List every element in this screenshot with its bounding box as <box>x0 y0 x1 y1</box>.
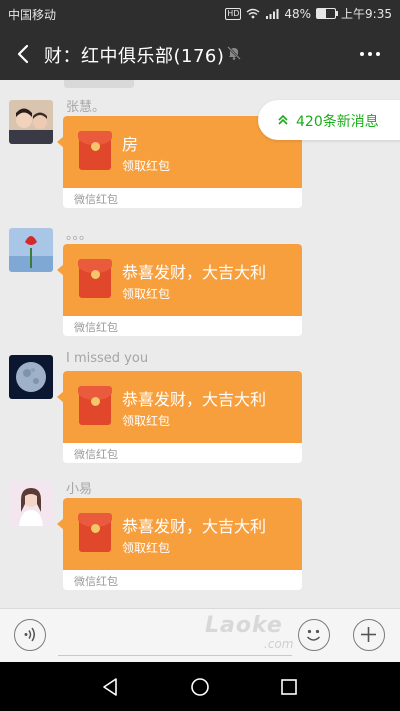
voice-button[interactable] <box>14 619 46 651</box>
battery-fill <box>317 9 326 18</box>
emoji-icon <box>306 629 321 641</box>
sender-nickname: 张慧。 <box>66 100 106 115</box>
signal-icon <box>266 9 279 19</box>
red-packet-card[interactable]: 恭喜发财，大吉大利 领取红包 微信红包 <box>63 244 302 336</box>
nav-home-icon[interactable] <box>189 676 211 698</box>
input-bar: Laoke .com <box>0 608 400 663</box>
carrier-label: 中国移动 <box>8 8 57 22</box>
nav-recent-icon[interactable] <box>278 676 300 698</box>
red-packet-footer-label: 微信红包 <box>74 193 118 206</box>
red-packet-greeting: 恭喜发财，大吉大利 <box>122 390 267 409</box>
red-envelope-icon <box>78 513 112 552</box>
nav-back-icon[interactable] <box>100 676 122 698</box>
wifi-icon <box>246 8 260 19</box>
red-packet-footer-label: 微信红包 <box>74 321 118 334</box>
plus-button[interactable] <box>353 619 385 651</box>
hd-badge: HD <box>225 7 242 20</box>
emoji-button[interactable] <box>298 619 330 651</box>
battery-icon <box>316 8 339 19</box>
avatar[interactable] <box>9 355 53 399</box>
red-packet-footer: 微信红包 <box>63 316 302 336</box>
battery-percent: 48% <box>284 6 312 21</box>
chat-title: 财：红中俱乐部(176) <box>44 46 225 67</box>
sender-nickname: 。。。 <box>66 228 93 243</box>
avatar[interactable] <box>9 482 53 526</box>
red-packet-action: 领取红包 <box>122 159 171 173</box>
system-nav-bar <box>0 662 400 711</box>
red-envelope-icon <box>78 259 112 298</box>
double-chevron-up-icon <box>278 114 288 125</box>
watermark-logo: Laoke <box>205 613 283 638</box>
chat-area[interactable]: 张慧。 房 领取红包 微信红包 。。。 恭喜发财，大吉大利 领取红包 微信红包 … <box>0 80 400 608</box>
red-packet-footer: 微信红包 <box>63 188 302 208</box>
red-packet-action: 领取红包 <box>122 287 171 301</box>
sender-nickname: 小易 <box>66 482 93 497</box>
back-arrow-icon[interactable] <box>12 42 36 66</box>
plus-icon <box>361 627 376 642</box>
red-packet-footer: 微信红包 <box>63 443 302 463</box>
new-messages-count: 420条新消息 <box>296 114 379 130</box>
avatar[interactable] <box>9 100 53 144</box>
red-packet-footer: 微信红包 <box>63 570 302 590</box>
red-envelope-icon <box>78 386 112 425</box>
red-packet-card[interactable]: 恭喜发财，大吉大利 领取红包 微信红包 <box>63 371 302 463</box>
watermark-sub: .com <box>264 637 294 651</box>
red-packet-greeting: 恭喜发财，大吉大利 <box>122 517 267 536</box>
red-packet-body: 恭喜发财，大吉大利 领取红包 <box>63 244 302 316</box>
red-packet-greeting: 房 <box>122 135 139 154</box>
red-packet-action: 领取红包 <box>122 414 171 428</box>
red-packet-action: 领取红包 <box>122 541 171 555</box>
new-messages-banner[interactable]: 420条新消息 <box>258 100 400 140</box>
previous-message-edge <box>64 80 134 88</box>
clock: 上午9:35 <box>341 7 392 21</box>
red-packet-footer-label: 微信红包 <box>74 575 118 588</box>
voice-icon <box>24 627 35 642</box>
status-icons: HD 48% 上午9:35 <box>225 5 392 22</box>
status-bar: 中国移动 HD 48% 上午9:35 <box>0 0 400 28</box>
red-packet-greeting: 恭喜发财，大吉大利 <box>122 263 267 282</box>
red-envelope-icon <box>78 131 112 170</box>
more-dots-icon[interactable] <box>358 46 382 62</box>
red-packet-body: 恭喜发财，大吉大利 领取红包 <box>63 371 302 443</box>
bell-muted-icon <box>227 46 241 60</box>
chat-header: 财：红中俱乐部(176) <box>0 28 400 80</box>
avatar[interactable] <box>9 228 53 272</box>
red-packet-body: 恭喜发财，大吉大利 领取红包 <box>63 498 302 570</box>
sender-nickname: I missed you <box>66 351 149 366</box>
red-packet-footer-label: 微信红包 <box>74 448 118 461</box>
red-packet-card[interactable]: 恭喜发财，大吉大利 领取红包 微信红包 <box>63 498 302 590</box>
